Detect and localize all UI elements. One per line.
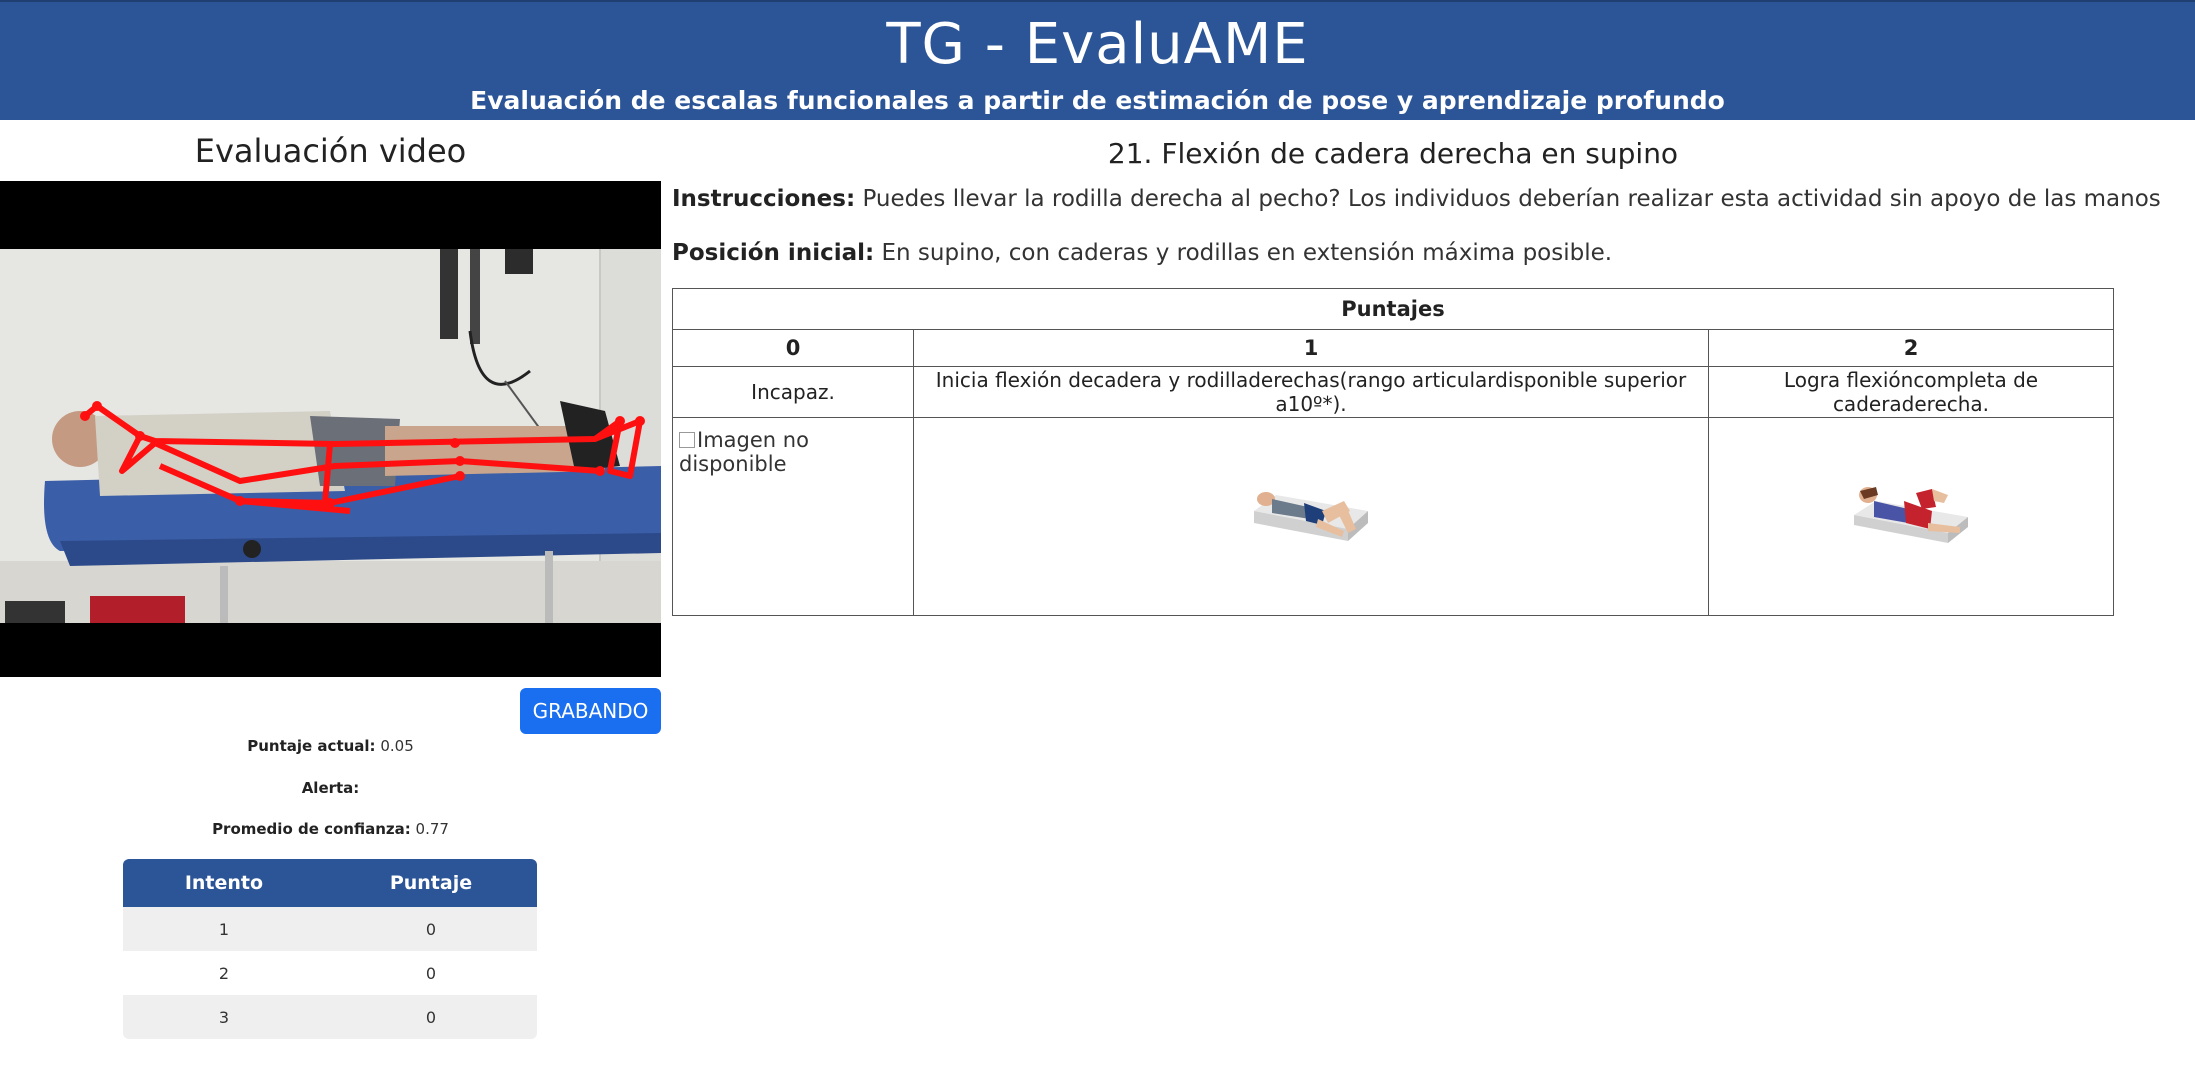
- image-unavailable-text: Imagen no disponible: [679, 428, 809, 476]
- alert: Alerta:: [0, 779, 661, 797]
- video-frame-image: [0, 181, 661, 677]
- instructions: Instrucciones: Puedes llevar la rodilla …: [672, 186, 2161, 212]
- confidence-label: Promedio de confianza:: [212, 820, 411, 838]
- score-column-1: 1: [913, 329, 1709, 367]
- score-2-image: [1708, 417, 2114, 616]
- score-0-description: Incapaz.: [672, 366, 914, 418]
- current-score: Puntaje actual: 0.05: [0, 737, 661, 755]
- current-score-label: Puntaje actual:: [247, 737, 376, 755]
- attempts-table: Intento Puntaje 1 0 2 0 3 0: [123, 859, 537, 1039]
- attempt-cell: 3: [123, 995, 325, 1039]
- instructions-label: Instrucciones:: [672, 186, 856, 212]
- score-column-header: Puntaje: [324, 859, 537, 907]
- scores-table: Puntajes 0 1 2 Incapaz. Inicia flexión d…: [672, 288, 2114, 616]
- score-cell: 0: [324, 907, 537, 951]
- scores-caption: Puntajes: [672, 288, 2114, 330]
- score-2-description: Logra flexióncompleta de caderaderecha.: [1708, 366, 2114, 418]
- initial-position-label: Posición inicial:: [672, 240, 875, 266]
- score-1-description: Inicia flexión decadera y rodilladerecha…: [913, 366, 1709, 418]
- supine-partial-flexion-illustration: [1254, 492, 1368, 541]
- attempt-cell: 1: [123, 907, 325, 951]
- table-row: 1 0: [123, 907, 537, 951]
- score-0-image: Imagen no disponible: [672, 417, 914, 616]
- score-column-2: 2: [1708, 329, 2114, 367]
- video-player[interactable]: [0, 181, 661, 677]
- instructions-text: Puedes llevar la rodilla derecha al pech…: [862, 186, 2161, 212]
- record-button[interactable]: GRABANDO: [520, 688, 661, 734]
- attempt-column-header: Intento: [123, 859, 325, 907]
- initial-position-text: En supino, con caderas y rodillas en ext…: [881, 240, 1613, 266]
- confidence-average: Promedio de confianza: 0.77: [0, 820, 661, 838]
- exercise-title: 21. Flexión de cadera derecha en supino: [1107, 137, 1679, 170]
- app-title: TG - EvaluAME: [886, 12, 1309, 77]
- score-column-0: 0: [672, 329, 914, 367]
- initial-position: Posición inicial: En supino, con caderas…: [672, 240, 1612, 266]
- app-subtitle: Evaluación de escalas funcionales a part…: [470, 86, 1725, 115]
- table-row: 2 0: [123, 951, 537, 995]
- app-header: TG - EvaluAME Evaluación de escalas func…: [0, 0, 2195, 120]
- alert-label: Alerta:: [301, 779, 360, 797]
- current-score-value: 0.05: [380, 737, 414, 755]
- attempts-header-row: Intento Puntaje: [123, 859, 537, 907]
- video-heading: Evaluación video: [194, 132, 467, 170]
- confidence-value: 0.77: [415, 820, 449, 838]
- score-cell: 0: [324, 951, 537, 995]
- table-row: 3 0: [123, 995, 537, 1039]
- broken-image-icon: [679, 428, 697, 452]
- score-1-image: [913, 417, 1709, 616]
- supine-full-flexion-illustration: [1854, 487, 1968, 543]
- attempt-cell: 2: [123, 951, 325, 995]
- score-cell: 0: [324, 995, 537, 1039]
